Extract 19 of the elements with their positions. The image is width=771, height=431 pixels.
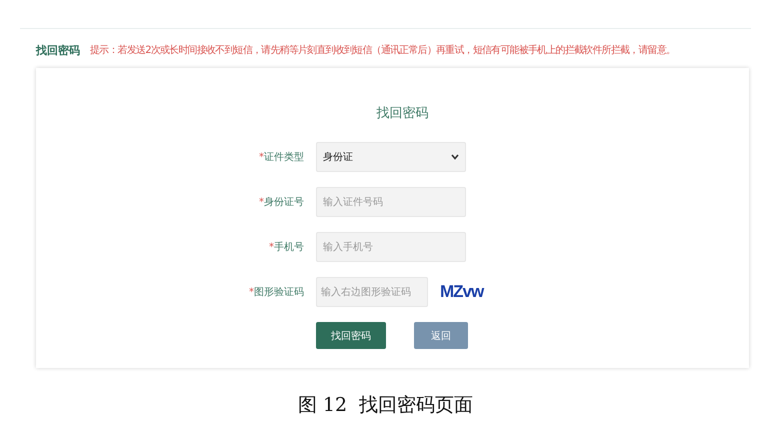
- form-title: 找回密码: [376, 105, 430, 122]
- input-field[interactable]: 输入证件号码: [316, 187, 466, 217]
- hint-text: 提示：若发送2次或长时间接收不到短信，请先稍等片刻直到收到短信（通讯正常后）再重试，短信有可能被手机上的拦截软件所拦截，请留意。: [90, 44, 676, 57]
- id-type-select[interactable]: 身份证: [316, 142, 466, 172]
- recover-button[interactable]: 找回密码: [316, 322, 386, 349]
- field-label: 手机号: [274, 242, 304, 253]
- captcha-image[interactable]: MZvw: [440, 282, 484, 302]
- required-mark: *: [259, 152, 264, 163]
- chevron-down-icon: [451, 154, 459, 160]
- field-label: 身份证号: [264, 197, 304, 208]
- captcha-field[interactable]: 输入右边图形验证码: [316, 277, 428, 307]
- required-mark: *: [259, 197, 264, 208]
- required-mark: *: [249, 287, 254, 298]
- input-field[interactable]: 输入手机号: [316, 232, 466, 262]
- figure-caption: 图 12 找回密码页面: [296, 393, 474, 418]
- required-mark: *: [269, 242, 274, 253]
- field-label: 证件类型: [264, 152, 304, 163]
- page-title: 找回密码: [36, 42, 80, 58]
- field-label: 图形验证码: [254, 287, 304, 298]
